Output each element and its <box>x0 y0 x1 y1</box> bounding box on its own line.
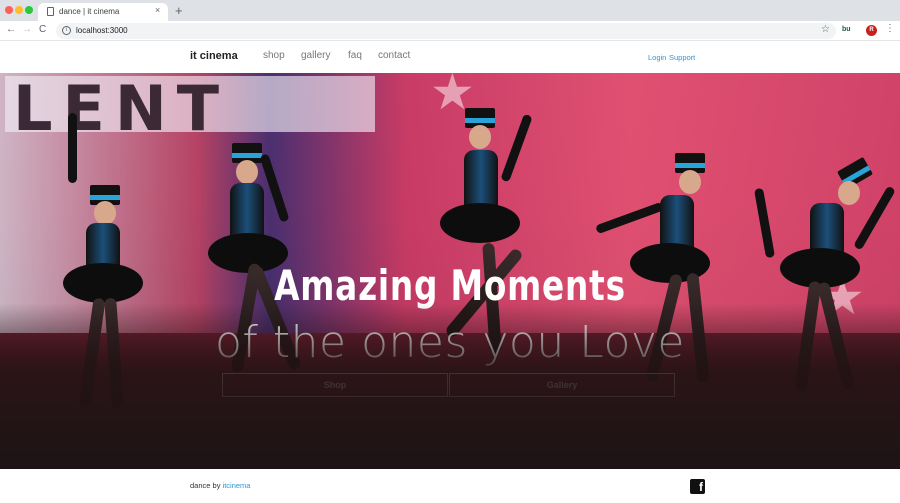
site-navbar: it cinema shop gallery faq contact Login… <box>0 42 900 73</box>
zoom-window-button[interactable] <box>25 6 33 14</box>
minimize-window-button[interactable] <box>15 6 23 14</box>
forward-icon[interactable]: → <box>22 24 32 35</box>
dancer-figure <box>740 156 896 469</box>
address-bar[interactable]: i localhost:3000 ☆ <box>56 23 836 39</box>
hero-banner: LENT ★ ★ Amazing Moments of the ones you… <box>0 73 900 469</box>
nav-link-shop[interactable]: shop <box>263 50 285 61</box>
tab-close-icon[interactable]: × <box>155 5 160 15</box>
browser-toolbar: ← → C i localhost:3000 ☆ bu R ⋮ <box>0 21 900 41</box>
footer-credit-link[interactable]: itcinema <box>223 481 251 490</box>
facebook-icon[interactable]: f <box>690 479 705 494</box>
dancer-figure <box>200 143 340 463</box>
hero-headline: Amazing Moments <box>274 261 626 310</box>
site-footer: dance by itcinema f <box>0 469 900 503</box>
nav-link-faq[interactable]: faq <box>348 50 362 61</box>
browser-tab-bar: dance | it cinema × + <box>0 0 900 21</box>
browser-tab[interactable]: dance | it cinema × <box>38 3 168 21</box>
support-link[interactable]: Support <box>669 53 695 62</box>
nav-link-contact[interactable]: contact <box>378 50 410 61</box>
gallery-button[interactable]: Gallery <box>449 373 675 397</box>
dancer-figure <box>595 153 740 469</box>
back-icon[interactable]: ← <box>6 24 16 35</box>
close-window-button[interactable] <box>5 6 13 14</box>
url-text[interactable]: localhost:3000 <box>76 26 128 35</box>
new-tab-button[interactable]: + <box>175 3 183 18</box>
browser-menu-icon[interactable]: ⋮ <box>885 23 895 34</box>
brand-logo[interactable]: it cinema <box>190 50 238 62</box>
login-link[interactable]: Login <box>648 53 666 62</box>
extension-icon[interactable]: bu <box>842 26 851 33</box>
shop-button[interactable]: Shop <box>222 373 448 397</box>
footer-credit: dance by itcinema <box>190 481 250 490</box>
site-info-icon[interactable]: i <box>62 26 71 35</box>
footer-credit-text: dance by <box>190 481 223 490</box>
profile-avatar[interactable]: R <box>866 25 877 36</box>
reload-icon[interactable]: C <box>39 24 46 35</box>
bookmark-star-icon[interactable]: ☆ <box>821 24 830 35</box>
nav-link-gallery[interactable]: gallery <box>301 50 330 61</box>
hero-subline: of the ones you Love <box>215 317 685 368</box>
page-icon <box>47 7 54 16</box>
tab-title: dance | it cinema <box>59 7 120 16</box>
